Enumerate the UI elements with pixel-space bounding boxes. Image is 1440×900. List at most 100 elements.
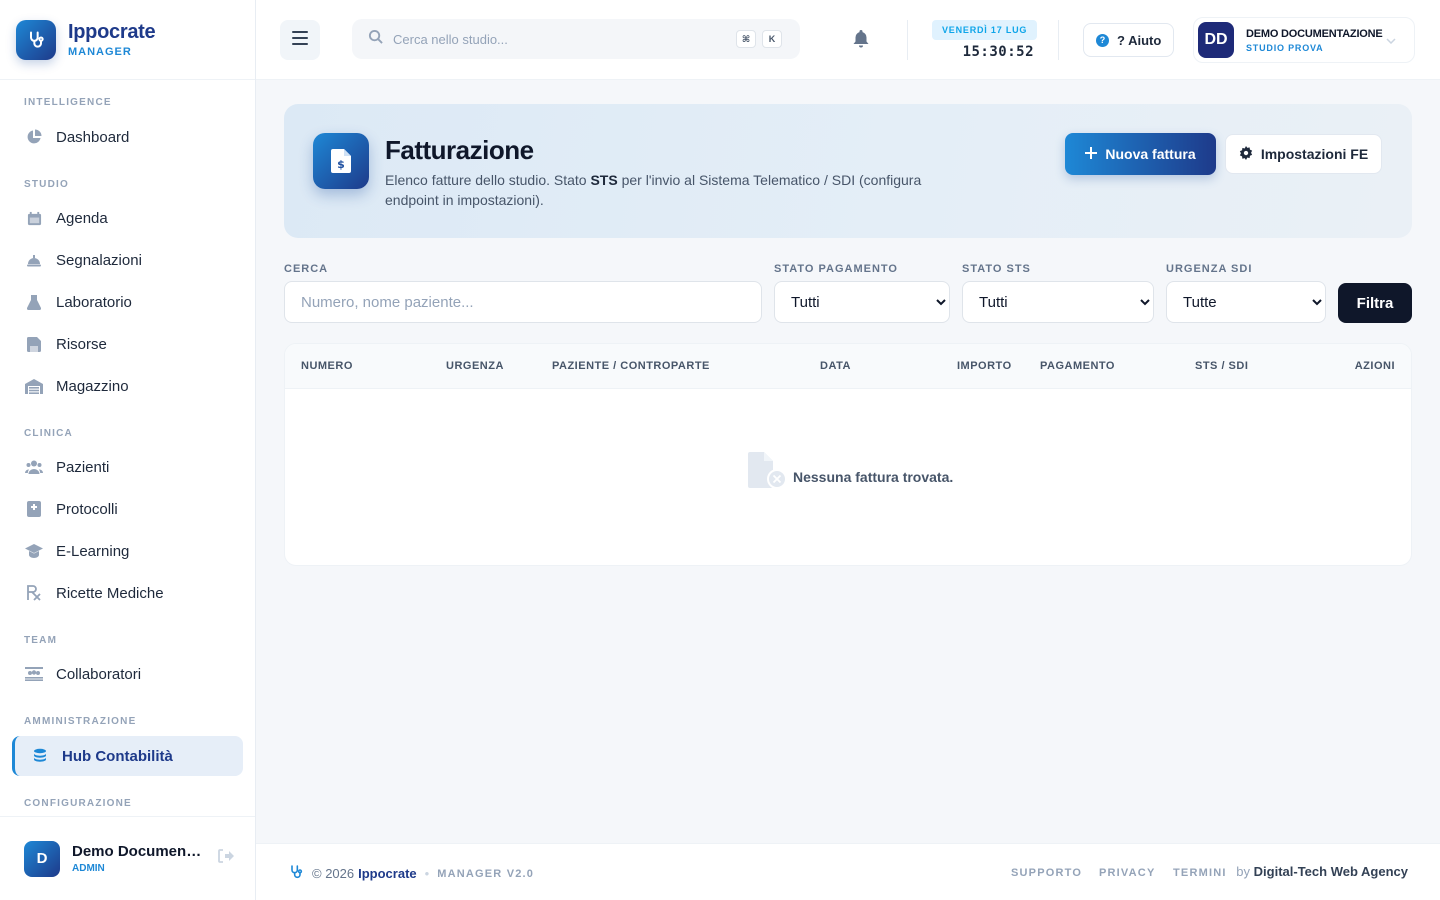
footer-version: MANAGER V2.0 (437, 867, 535, 880)
sidebar-item-segnalazioni[interactable]: Segnalazioni (12, 240, 243, 280)
nav-section-team: TEAM (24, 635, 58, 646)
payment-status-select[interactable]: Tutti (774, 281, 950, 323)
sidebar-item-protocolli[interactable]: Protocolli (12, 489, 243, 529)
sidebar-user-name: Demo Documentazione (72, 843, 204, 860)
sidebar: Ippocrate MANAGER INTELLIGENCE Dashboard… (0, 0, 256, 900)
sidebar-item-pazienti[interactable]: Pazienti (12, 447, 243, 487)
sidebar-item-label: Pazienti (56, 458, 110, 476)
plus-icon (1085, 146, 1098, 162)
col-pagamento[interactable]: PAGAMENTO (1040, 360, 1115, 372)
gear-icon (1239, 145, 1253, 163)
sidebar-item-label: E-Learning (56, 542, 130, 560)
nav-section-clinica: CLINICA (24, 428, 73, 439)
fe-settings-button[interactable]: Impostazioni FE (1225, 134, 1382, 174)
col-numero[interactable]: NUMERO (301, 360, 353, 372)
page-description: Elenco fatture dello studio. Stato STS p… (385, 172, 922, 208)
col-paziente[interactable]: PAZIENTE / CONTROPARTE (552, 360, 710, 372)
users-icon (24, 457, 44, 477)
clock: 15:30:52 (962, 44, 1034, 60)
sdi-urgency-select[interactable]: Tutte (1166, 281, 1326, 323)
brand-subtitle: MANAGER (68, 46, 132, 58)
col-azioni[interactable]: AZIONI (1355, 360, 1395, 372)
col-importo[interactable]: IMPORTO (957, 360, 1012, 372)
sidebar-item-label: Ricette Mediche (56, 584, 164, 602)
invoice-search-input[interactable] (284, 281, 762, 323)
nav-section-studio: STUDIO (24, 179, 69, 190)
footer-separator: • (424, 866, 430, 881)
empty-message: Nessuna fattura trovata. (793, 468, 954, 485)
avatar: D (24, 840, 60, 877)
stethoscope-icon (16, 19, 56, 60)
invoice-dollar-icon: $ (313, 133, 369, 189)
new-invoice-button[interactable]: Nuova fattura (1065, 133, 1216, 175)
help-button[interactable]: ? ? Aiuto (1083, 23, 1175, 57)
hamburger-icon (292, 30, 308, 50)
divider (1058, 20, 1059, 60)
footer-credit[interactable]: by Digital-Tech Web Agency (1236, 864, 1408, 879)
sdi-urgency-label: URGENZA SDI (1166, 263, 1253, 275)
global-search[interactable]: Cerca nello studio... ⌘ K (352, 19, 800, 59)
col-data[interactable]: DATA (820, 360, 851, 372)
page-header: $ Fatturazione Elenco fatture dello stud… (284, 104, 1412, 238)
sidebar-item-dashboard[interactable]: Dashboard (12, 117, 243, 157)
table-header: NUMERO URGENZA PAZIENTE / CONTROPARTE DA… (285, 344, 1411, 389)
filter-button[interactable]: Filtra (1338, 283, 1412, 323)
stethoscope-icon (288, 864, 304, 883)
sidebar-item-ricette[interactable]: Ricette Mediche (12, 573, 243, 613)
sidebar-item-label: Dashboard (56, 128, 130, 146)
sidebar-nav: INTELLIGENCE Dashboard STUDIO Agenda Seg… (0, 97, 255, 809)
bell-concierge-icon (24, 250, 44, 270)
sidebar-item-collaboratori[interactable]: Collaboratori (12, 654, 243, 694)
avatar: DD (1198, 22, 1234, 58)
footer-copyright: © 2026 (312, 866, 355, 881)
people-group-icon (24, 664, 44, 684)
nav-section-configurazione: CONFIGURAZIONE (24, 798, 132, 809)
chart-pie-icon (24, 127, 44, 147)
col-urgenza[interactable]: URGENZA (446, 360, 504, 372)
topbar: Cerca nello studio... ⌘ K VENERDÌ 17 LUG… (256, 0, 1440, 80)
menu-toggle-button[interactable] (280, 20, 320, 60)
help-label: ? Aiuto (1117, 32, 1162, 48)
nav-section-intelligence: INTELLIGENCE (24, 97, 112, 108)
kbd-command: ⌘ (736, 30, 756, 48)
sidebar-item-label: Collaboratori (56, 665, 142, 683)
warehouse-icon (24, 376, 44, 396)
coins-icon (30, 746, 50, 766)
calendar-icon (24, 208, 44, 228)
logout-icon[interactable] (218, 849, 234, 868)
footer-link-supporto[interactable]: SUPPORTO (1011, 867, 1082, 879)
prescription-icon (24, 583, 44, 603)
sidebar-item-e-learning[interactable]: E-Learning (12, 531, 243, 571)
new-invoice-label: Nuova fattura (1105, 146, 1196, 162)
nav-section-amministrazione: AMMINISTRAZIONE (24, 716, 137, 727)
payment-status-label: STATO PAGAMENTO (774, 263, 898, 275)
sidebar-item-label: Laboratorio (56, 293, 132, 311)
sidebar-user[interactable]: D Demo Documentazione ADMIN (0, 816, 255, 900)
chevron-down-icon (1386, 31, 1396, 49)
sidebar-item-magazzino[interactable]: Magazzino (12, 366, 243, 406)
sts-status-label: STATO STS (962, 263, 1031, 275)
sidebar-item-agenda[interactable]: Agenda (12, 198, 243, 238)
sidebar-item-risorse[interactable]: Risorse (12, 324, 243, 364)
sts-status-select[interactable]: Tutti (962, 281, 1154, 323)
user-studio: STUDIO PROVA (1246, 42, 1324, 53)
footer-link-privacy[interactable]: PRIVACY (1099, 867, 1155, 879)
sidebar-item-laboratorio[interactable]: Laboratorio (12, 282, 243, 322)
footer-brand: Ippocrate (358, 866, 417, 881)
user-menu[interactable]: DD DEMO DOCUMENTAZIONE STUDIO PROVA (1193, 17, 1415, 63)
brand[interactable]: Ippocrate MANAGER (0, 0, 255, 80)
graduation-cap-icon (24, 541, 44, 561)
user-name: DEMO DOCUMENTAZIONE (1246, 27, 1383, 40)
file-empty-icon (747, 452, 789, 495)
sidebar-item-label: Hub Contabilità (62, 747, 173, 765)
sidebar-item-hub-contabilita[interactable]: Hub Contabilità (12, 736, 243, 776)
footer-link-termini[interactable]: TERMINI (1173, 867, 1227, 879)
search-label: CERCA (284, 263, 329, 275)
sidebar-item-label: Risorse (56, 335, 107, 353)
fe-settings-label: Impostazioni FE (1260, 146, 1369, 162)
search-icon (368, 29, 383, 49)
bell-icon[interactable] (853, 30, 869, 53)
col-sts-sdi[interactable]: STS / SDI (1195, 360, 1248, 372)
page-title: Fatturazione (385, 135, 534, 165)
sidebar-item-label: Segnalazioni (56, 251, 142, 269)
